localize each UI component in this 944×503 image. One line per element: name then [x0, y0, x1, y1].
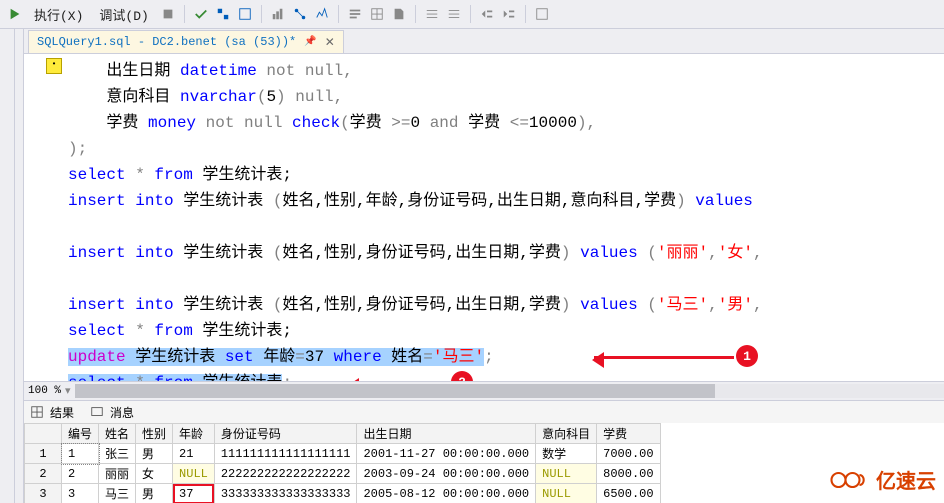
- highlighted-cell: 37: [173, 484, 215, 503]
- decrease-indent-icon[interactable]: [478, 5, 496, 23]
- gutter: [15, 29, 24, 503]
- grid-icon: [28, 403, 46, 421]
- debug-menu[interactable]: 调试(D): [93, 3, 154, 26]
- col-age[interactable]: 年龄: [173, 424, 215, 444]
- col-rowhdr: [25, 424, 62, 444]
- pin-icon[interactable]: 📌: [304, 36, 316, 48]
- properties-icon[interactable]: [236, 5, 254, 23]
- tab-messages[interactable]: 消息: [88, 403, 134, 421]
- tab-label: SQLQuery1.sql - DC2.benet (sa (53))*: [37, 35, 296, 49]
- table-row[interactable]: 2 2 丽丽 女 NULL 222222222222222222 2003-09…: [25, 464, 661, 484]
- watermark: 亿速云: [828, 465, 936, 495]
- tab-bar: SQLQuery1.sql - DC2.benet (sa (53))* 📌 ✕: [24, 29, 944, 53]
- code-text: 出生日期 datetime not null, 意向科目 nvarchar(5)…: [24, 54, 944, 381]
- increase-indent-icon[interactable]: [500, 5, 518, 23]
- col-subject[interactable]: 意向科目: [536, 424, 597, 444]
- uncomment-icon[interactable]: [445, 5, 463, 23]
- zoom-level[interactable]: 100 %: [28, 385, 61, 397]
- tab-results[interactable]: 结果: [28, 403, 74, 421]
- execute-icon[interactable]: [6, 5, 24, 23]
- message-icon: [88, 403, 106, 421]
- col-fee[interactable]: 学费: [597, 424, 660, 444]
- results-grid-icon[interactable]: [368, 5, 386, 23]
- document-tab[interactable]: SQLQuery1.sql - DC2.benet (sa (53))* 📌 ✕: [28, 30, 344, 53]
- specify-values-icon[interactable]: [533, 5, 551, 23]
- header-row: 编号 姓名 性别 年龄 身份证号码 出生日期 意向科目 学费: [25, 424, 661, 444]
- stop-icon[interactable]: [159, 5, 177, 23]
- comment-icon[interactable]: [423, 5, 441, 23]
- client-stats-icon[interactable]: [269, 5, 287, 23]
- parse-icon[interactable]: [192, 5, 210, 23]
- col-id[interactable]: 编号: [62, 424, 99, 444]
- results-text-icon[interactable]: [346, 5, 364, 23]
- table-row[interactable]: 1 1 张三 男 21 111111111111111111 2001-11-2…: [25, 444, 661, 464]
- left-dock: [0, 29, 15, 503]
- results-file-icon[interactable]: [390, 5, 408, 23]
- actual-plan-icon[interactable]: [291, 5, 309, 23]
- code-editor[interactable]: • 出生日期 datetime not null, 意向科目 nvarchar(…: [24, 53, 944, 381]
- results-tabs: 结果 消息: [24, 400, 944, 423]
- col-idcard[interactable]: 身份证号码: [214, 424, 357, 444]
- table-row[interactable]: 3 3 马三 男 37 333333333333333333 2005-08-1…: [25, 484, 661, 503]
- col-name[interactable]: 姓名: [99, 424, 136, 444]
- col-birth[interactable]: 出生日期: [357, 424, 536, 444]
- horizontal-scrollbar[interactable]: [75, 384, 944, 398]
- close-icon[interactable]: ✕: [325, 35, 335, 50]
- col-sex[interactable]: 性别: [136, 424, 173, 444]
- status-marker: •: [46, 58, 62, 74]
- main-toolbar: 执行(X) 调试(D): [0, 0, 944, 29]
- execute-menu[interactable]: 执行(X): [28, 3, 89, 26]
- results-grid[interactable]: 编号 姓名 性别 年龄 身份证号码 出生日期 意向科目 学费 1 1 张三 男 …: [24, 423, 944, 503]
- live-stats-icon[interactable]: [313, 5, 331, 23]
- plan-icon[interactable]: [214, 5, 232, 23]
